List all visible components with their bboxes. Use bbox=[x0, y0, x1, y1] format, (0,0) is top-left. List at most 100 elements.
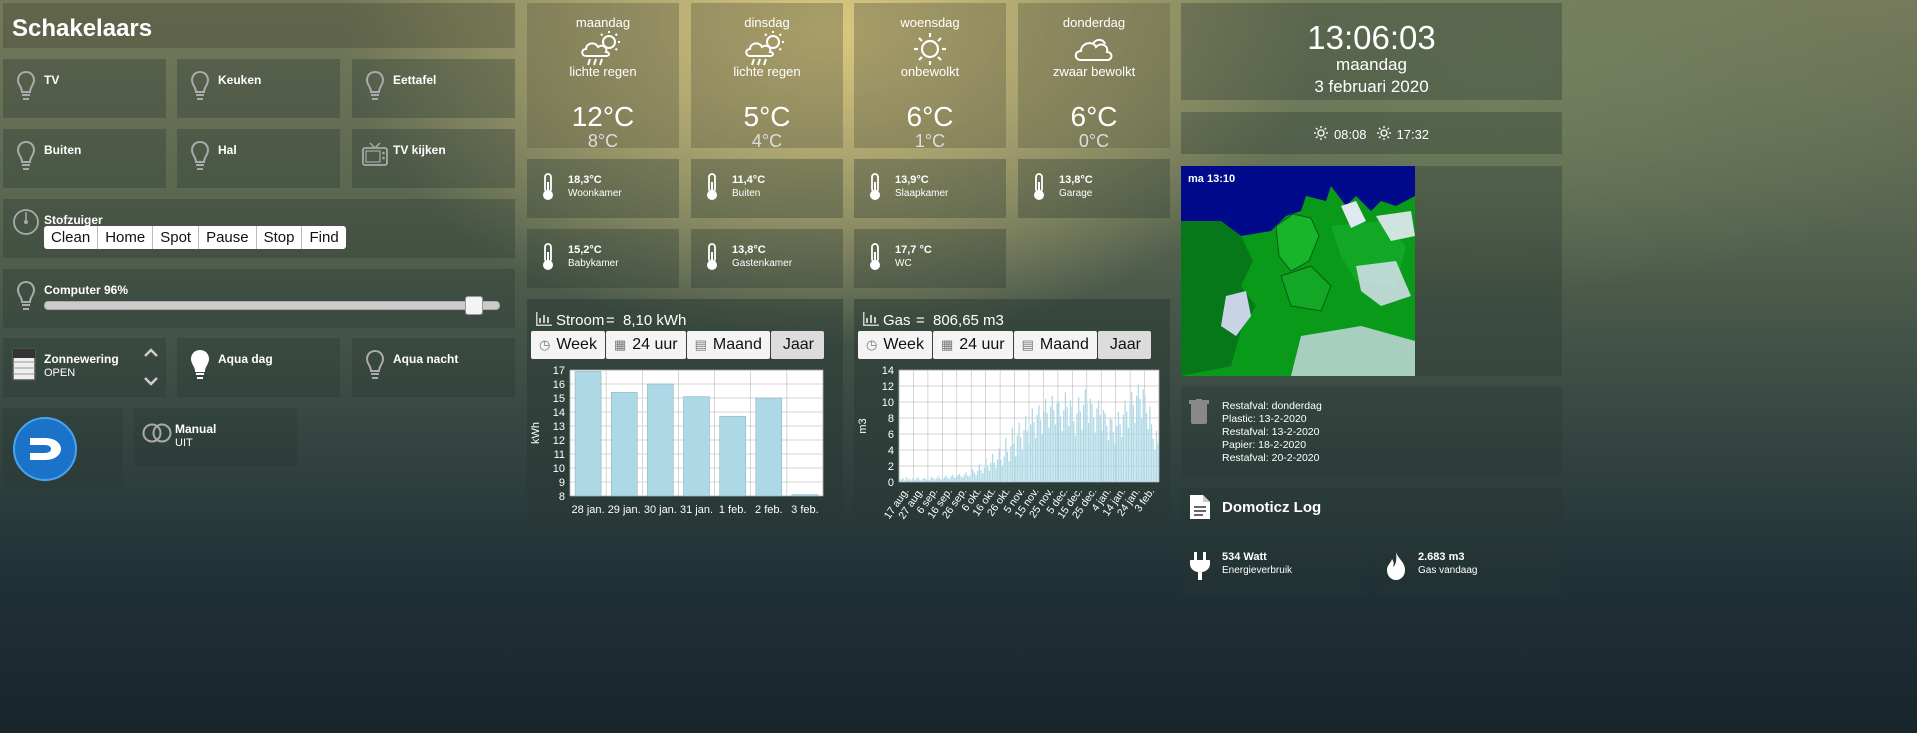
switch-label: Hal bbox=[218, 143, 237, 157]
switch-tv-kijken[interactable]: TV kijken bbox=[352, 129, 515, 188]
bar bbox=[1039, 419, 1042, 482]
dimmer-slider-handle[interactable] bbox=[465, 296, 484, 315]
switch-eettafel[interactable]: Eettafel bbox=[352, 59, 515, 118]
clock-icon: ◷ bbox=[866, 337, 878, 352]
bar bbox=[1114, 443, 1116, 482]
vacuum-home-button[interactable]: Home bbox=[98, 226, 154, 249]
y-tick-label: 2 bbox=[888, 461, 894, 473]
bar bbox=[1092, 418, 1095, 482]
bar bbox=[1132, 405, 1134, 482]
dimmer-slider[interactable] bbox=[44, 296, 500, 315]
bar bbox=[1119, 424, 1121, 482]
logo-tile bbox=[3, 408, 123, 488]
bar bbox=[1112, 432, 1115, 482]
calendar-icon: ▤ bbox=[1021, 337, 1034, 352]
cloud-sun-rain-icon bbox=[691, 30, 843, 66]
blinds-down-button[interactable] bbox=[141, 372, 161, 390]
temp-value: 13,8°C bbox=[732, 244, 766, 256]
bar bbox=[902, 478, 904, 482]
bar bbox=[1016, 435, 1019, 482]
temp-value: 13,9°C bbox=[895, 174, 929, 186]
temp-value: 13,8°C bbox=[1059, 174, 1093, 186]
vacuum-clean-button[interactable]: Clean bbox=[44, 226, 99, 249]
stroom-equals: = bbox=[606, 312, 615, 329]
y-tick-label: 10 bbox=[882, 397, 894, 409]
x-tick-label: 2 feb. bbox=[755, 504, 783, 516]
temp-value: 17,7 °C bbox=[895, 244, 932, 256]
bar bbox=[927, 478, 929, 482]
bar bbox=[953, 477, 956, 482]
bar bbox=[1087, 422, 1090, 482]
calendar-icon: ▦ bbox=[940, 337, 954, 352]
bar bbox=[940, 479, 942, 482]
tab-jaar[interactable]: Jaar bbox=[770, 331, 824, 359]
bar bbox=[1053, 410, 1055, 482]
waste-line: Restafval: 20-2-2020 bbox=[1222, 452, 1320, 464]
bar bbox=[1001, 466, 1004, 482]
log-tile[interactable]: Domoticz Log bbox=[1181, 488, 1562, 526]
bar bbox=[1074, 435, 1076, 482]
bar bbox=[925, 479, 927, 482]
vacuum-pause-button[interactable]: Pause bbox=[199, 226, 257, 249]
vacuum-stop-button[interactable]: Stop bbox=[257, 226, 303, 249]
section-title: Schakelaars bbox=[12, 15, 153, 42]
bar bbox=[952, 474, 954, 482]
switch-keuken[interactable]: Keuken bbox=[177, 59, 340, 118]
tab-label: Maand bbox=[1039, 336, 1089, 353]
tab-label: Week bbox=[883, 336, 924, 353]
tab-week[interactable]: ◷ Week bbox=[858, 331, 932, 359]
energy-value: 534 Watt bbox=[1222, 551, 1267, 563]
bar bbox=[1008, 461, 1010, 482]
tab-maand[interactable]: ▤ Maand bbox=[686, 331, 770, 359]
tab-jaar[interactable]: Jaar bbox=[1097, 331, 1151, 359]
temp-name: Babykamer bbox=[568, 258, 619, 269]
bar bbox=[1086, 403, 1088, 482]
switch-aqua-dag[interactable]: Aqua dag bbox=[177, 338, 340, 397]
y-tick-label: 13 bbox=[553, 421, 565, 433]
cloud-icon bbox=[1018, 30, 1170, 66]
y-tick-label: 12 bbox=[553, 435, 565, 447]
y-tick-label: 6 bbox=[888, 429, 894, 441]
lightbulb-icon bbox=[16, 140, 36, 172]
switch-tv[interactable]: TV bbox=[3, 59, 166, 118]
y-tick-label: 10 bbox=[553, 463, 565, 475]
lightbulb-icon bbox=[190, 140, 210, 172]
switch-hal[interactable]: Hal bbox=[177, 129, 340, 188]
bar bbox=[970, 474, 972, 482]
temp-value: 11,4°C bbox=[732, 174, 766, 186]
switch-aqua-nacht[interactable]: Aqua nacht bbox=[352, 338, 515, 397]
y-tick-label: 9 bbox=[559, 477, 565, 489]
bar bbox=[791, 494, 819, 497]
switch-buiten[interactable]: Buiten bbox=[3, 129, 166, 188]
gas-today-tile: 2.683 m3 Gas vandaag bbox=[1377, 537, 1561, 596]
blinds-up-button[interactable] bbox=[141, 344, 161, 362]
y-tick-label: 0 bbox=[888, 477, 894, 489]
manual-tile[interactable]: Manual UIT bbox=[134, 408, 297, 467]
bar bbox=[610, 392, 638, 497]
forecast-high: 5°C bbox=[743, 101, 791, 132]
bar-chart-icon bbox=[536, 312, 552, 331]
bar bbox=[990, 462, 992, 482]
calendar-icon: ▦ bbox=[613, 337, 627, 352]
bar bbox=[910, 480, 913, 482]
lightbulb-icon bbox=[365, 349, 385, 381]
tab-24-uur[interactable]: ▦ 24 uur bbox=[605, 331, 686, 359]
bar bbox=[1097, 400, 1100, 482]
tab-week[interactable]: ◷ Week bbox=[531, 331, 605, 359]
vacuum-title: Stofzuiger bbox=[44, 213, 103, 227]
vacuum-find-button[interactable]: Find bbox=[302, 226, 345, 249]
vacuum-spot-button[interactable]: Spot bbox=[153, 226, 200, 249]
tab-maand[interactable]: ▤ Maand bbox=[1013, 331, 1097, 359]
sun-icon bbox=[854, 30, 1006, 66]
switch-label: TV bbox=[44, 73, 60, 87]
bar bbox=[1056, 403, 1058, 482]
radar-map bbox=[1181, 166, 1415, 376]
tab-24-uur[interactable]: ▦ 24 uur bbox=[932, 331, 1013, 359]
bar bbox=[719, 415, 746, 497]
bar bbox=[1041, 434, 1043, 482]
bar bbox=[973, 472, 975, 482]
switch-label: TV kijken bbox=[393, 143, 446, 157]
bar bbox=[914, 479, 916, 482]
bar bbox=[977, 470, 979, 482]
waste-tile: Restafval: donderdag Plastic: 13-2-2020 … bbox=[1181, 387, 1562, 476]
